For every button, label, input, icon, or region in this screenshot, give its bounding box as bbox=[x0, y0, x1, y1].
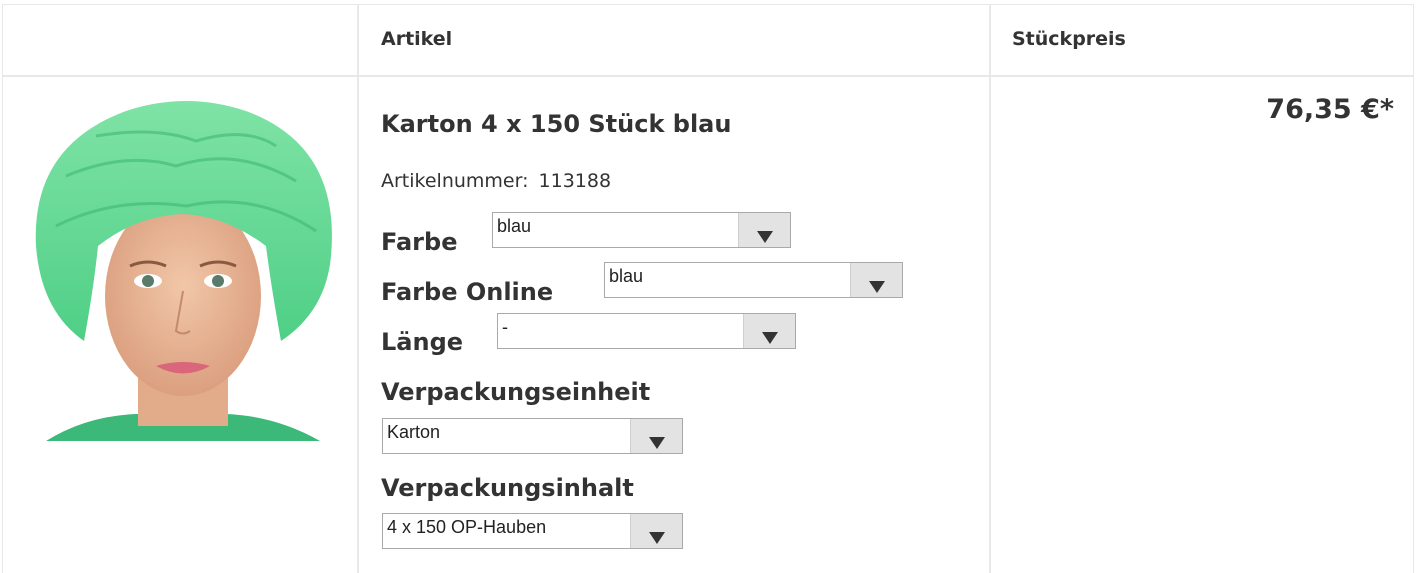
table-border-left bbox=[2, 4, 3, 573]
unit-price: 76,35 €* bbox=[1266, 94, 1394, 125]
chevron-down-icon bbox=[762, 332, 778, 344]
verpackungseinheit-dropdown-button[interactable] bbox=[630, 419, 682, 453]
product-image[interactable] bbox=[26, 96, 340, 441]
product-title[interactable]: Karton 4 x 150 Stück blau bbox=[381, 110, 731, 138]
chevron-down-icon bbox=[757, 231, 773, 243]
farbe-select-value: blau bbox=[497, 216, 532, 236]
chevron-down-icon bbox=[869, 281, 885, 293]
table-border-right bbox=[1413, 4, 1414, 573]
option-label-verpackungseinheit: Verpackungseinheit bbox=[381, 378, 651, 406]
farbe-online-select[interactable]: blau bbox=[604, 262, 903, 298]
chevron-down-icon bbox=[649, 437, 665, 449]
option-label-verpackungsinhalt: Verpackungsinhalt bbox=[381, 474, 634, 502]
verpackungsinhalt-select-value: 4 x 150 OP-Hauben bbox=[387, 517, 547, 537]
article-number: Artikelnummer: 113188 bbox=[381, 170, 611, 192]
laenge-dropdown-button[interactable] bbox=[743, 314, 795, 348]
laenge-select[interactable]: - bbox=[497, 313, 796, 349]
header-row-divider bbox=[2, 75, 1414, 77]
farbe-online-dropdown-button[interactable] bbox=[850, 263, 902, 297]
option-label-farbe-online: Farbe Online bbox=[381, 278, 554, 306]
option-label-farbe: Farbe bbox=[381, 228, 458, 256]
laenge-select-value: - bbox=[502, 317, 508, 337]
farbe-dropdown-button[interactable] bbox=[738, 213, 790, 247]
article-number-label: Artikelnummer: bbox=[381, 170, 529, 192]
table-border-top bbox=[2, 4, 1414, 5]
farbe-select[interactable]: blau bbox=[492, 212, 791, 248]
column-divider-2 bbox=[989, 4, 991, 573]
column-divider-1 bbox=[357, 4, 359, 573]
verpackungseinheit-select-value: Karton bbox=[387, 422, 441, 442]
header-unit-price: Stückpreis bbox=[1012, 28, 1126, 50]
article-number-value: 113188 bbox=[538, 170, 612, 192]
verpackungsinhalt-dropdown-button[interactable] bbox=[630, 514, 682, 548]
chevron-down-icon bbox=[649, 532, 665, 544]
option-label-laenge: Länge bbox=[381, 328, 464, 356]
header-article: Artikel bbox=[381, 28, 453, 50]
verpackungsinhalt-select[interactable]: 4 x 150 OP-Hauben bbox=[382, 513, 683, 549]
verpackungseinheit-select[interactable]: Karton bbox=[382, 418, 683, 454]
farbe-online-select-value: blau bbox=[609, 266, 644, 286]
